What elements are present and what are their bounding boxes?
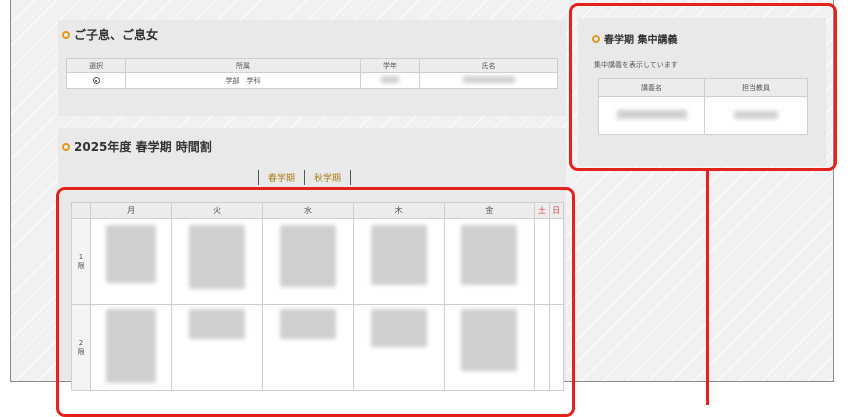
grade-cell [360, 72, 420, 89]
table-row[interactable]: 学部 学科 [66, 72, 558, 89]
affiliation-text: 学部 学科 [225, 76, 261, 85]
col-grade: 学年 [360, 58, 420, 73]
tab-spring[interactable]: 春学期 [268, 171, 295, 184]
highlight-intensive [569, 3, 837, 171]
children-title: ご子息、ご息女 [74, 28, 159, 42]
children-table: 選択 所属 学年 氏名 学部 学科 [66, 58, 558, 89]
col-name: 氏名 [419, 58, 558, 73]
col-affiliation: 所属 [125, 58, 361, 73]
tab-autumn[interactable]: 秋学期 [314, 171, 341, 184]
section-circle-icon [62, 142, 70, 151]
col-select: 選択 [66, 58, 126, 73]
highlight-timetable [56, 187, 575, 417]
redacted-name [462, 76, 515, 83]
timetable-title: 2025年度 春学期 時間割 [74, 140, 212, 154]
affiliation-cell: 学部 学科 [125, 72, 361, 89]
children-section-title: ご子息、ご息女 [62, 26, 158, 43]
tab-divider [350, 170, 352, 185]
redacted-grade [381, 76, 399, 83]
tab-divider [304, 170, 306, 185]
name-cell [419, 72, 558, 89]
select-cell [66, 72, 126, 89]
callout-line [706, 170, 709, 405]
child-radio[interactable] [92, 77, 100, 84]
timetable-section-title: 2025年度 春学期 時間割 [62, 138, 212, 155]
section-circle-icon [62, 30, 70, 39]
tab-divider [258, 170, 259, 185]
semester-tabs: 春学期 秋学期 [258, 170, 360, 185]
